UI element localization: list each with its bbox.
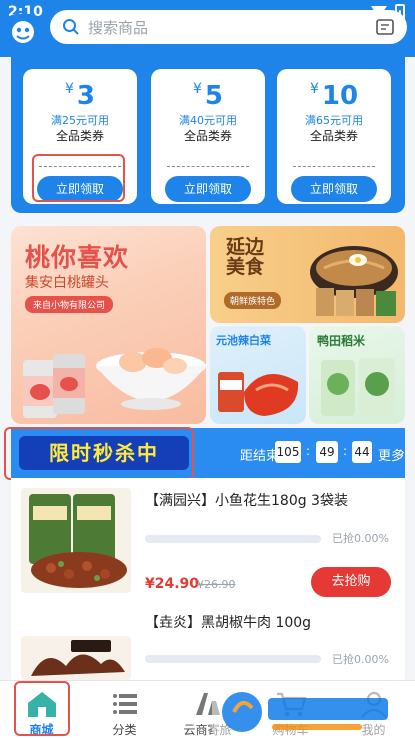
kimchi-image xyxy=(218,372,299,416)
list-icon xyxy=(113,694,137,714)
nav-item-home[interactable]: 商城 xyxy=(0,681,83,738)
nav-item-category[interactable]: 分类 xyxy=(83,681,166,738)
claim-coupon-button[interactable]: 立即领取 xyxy=(291,176,377,202)
product-original-price: ¥26.90 xyxy=(197,578,236,591)
banner-kimchi[interactable]: 元池辣白菜 xyxy=(210,326,306,424)
rice-bag-image xyxy=(321,358,395,416)
banner-tag: 来自小物有限公司 xyxy=(25,296,114,313)
countdown-minutes: 49 xyxy=(316,441,338,463)
coupon-condition: 满65元可用 xyxy=(305,114,363,127)
chevron-right-icon[interactable]: › xyxy=(399,443,405,461)
coupon-currency: ¥ xyxy=(64,81,74,97)
header: 2:10 搜索商品 xyxy=(0,0,415,57)
coupon-type: 全品类券 xyxy=(183,129,232,143)
countdown-seconds: 44 xyxy=(352,441,372,463)
product-card[interactable]: 【满园兴】小鱼花生180g 3袋装 已抢0.00% ¥24.90 ¥26.90 … xyxy=(11,478,405,606)
coupon-currency: ¥ xyxy=(309,81,319,97)
coupon-card: ¥3 满25元可用 全品类券 立即领取 xyxy=(23,69,137,204)
product-card[interactable]: 【垚炎】黑胡椒牛肉 100g 已抢0.00% xyxy=(11,606,405,682)
banner-title: 鸭田稻米 xyxy=(317,334,366,348)
coupon-amount: 10 xyxy=(321,81,359,111)
product-sold-percent: 已抢0.00% xyxy=(332,653,389,666)
coupon-currency: ¥ xyxy=(192,81,202,97)
product-name: 【满园兴】小鱼花生180g 3袋装 xyxy=(145,493,348,509)
coupon-card: ¥10 满65元可用 全品类券 立即领取 xyxy=(277,69,391,204)
watermark-logo xyxy=(212,686,397,738)
noodles-image xyxy=(310,246,398,316)
coupon-condition: 满40元可用 xyxy=(179,114,237,127)
search-icon xyxy=(63,19,79,35)
coupon-type: 全品类券 xyxy=(55,129,104,143)
banner-subtitle: 集安白桃罐头 xyxy=(25,275,109,291)
coupon-section: ¥3 满25元可用 全品类券 立即领取 ¥5 满40元可用 全品类券 立即领取 … xyxy=(11,57,405,213)
countdown-label: 距结束 xyxy=(240,449,280,464)
product-sold-percent: 已抢0.00% xyxy=(332,532,389,545)
flash-sale-bar: 限时秒杀中 距结束 105 : 49 : 44 更多 › xyxy=(11,428,405,478)
coupon-type: 全品类券 xyxy=(309,129,358,143)
coupon-amount: 5 xyxy=(204,81,223,111)
product-image xyxy=(21,636,131,680)
nav-label: 商城 xyxy=(29,723,54,737)
product-progress-bar xyxy=(145,535,321,543)
coupon-divider xyxy=(167,166,249,167)
search-input[interactable]: 搜索商品 xyxy=(88,17,148,38)
flash-sale-label: 限时秒杀中 xyxy=(19,436,189,470)
message-icon[interactable] xyxy=(375,17,395,37)
claim-coupon-button[interactable]: 立即领取 xyxy=(37,176,123,202)
product-price: ¥24.90 xyxy=(145,576,200,592)
banner-title-line1: 延边 xyxy=(226,236,265,258)
peach-can-image xyxy=(23,354,85,418)
coupon-divider xyxy=(293,166,375,167)
peach-bowl-image xyxy=(96,348,206,410)
banner-peach[interactable]: 桃你喜欢 集安白桃罐头 来自小物有限公司 xyxy=(11,226,206,424)
grab-deal-button[interactable]: 去抢购 xyxy=(311,567,391,597)
banner-rice[interactable]: 鸭田稻米 xyxy=(309,326,405,424)
home-icon xyxy=(28,692,56,717)
search-bar[interactable]: 搜索商品 xyxy=(50,10,407,44)
product-name: 【垚炎】黑胡椒牛肉 100g xyxy=(145,615,312,631)
app-logo-icon[interactable] xyxy=(6,14,40,48)
app-page: 2:10 搜索商品 ¥ 3 满25元可用 全品类券 立即领取 ¥ 5 满40元可… xyxy=(0,0,415,738)
product-progress-bar xyxy=(145,655,321,663)
coupon-condition: 满25元可用 xyxy=(51,114,109,127)
coupon-amount: 3 xyxy=(76,81,95,111)
banner-title: 元池辣白菜 xyxy=(216,334,271,347)
banner-title: 桃你喜欢 xyxy=(25,243,130,272)
banner-yanbian-food[interactable]: 延边 美食 朝鲜族特色 xyxy=(210,226,405,323)
coupon-divider xyxy=(39,166,121,167)
banner-tag: 朝鲜族特色 xyxy=(224,292,282,309)
nav-label: 分类 xyxy=(112,723,137,737)
product-image xyxy=(21,488,131,593)
coupon-card: ¥5 满40元可用 全品类券 立即领取 xyxy=(151,69,265,204)
countdown-hours: 105 xyxy=(275,441,301,463)
banner-title-line2: 美食 xyxy=(226,255,265,278)
claim-coupon-button[interactable]: 立即领取 xyxy=(165,176,251,202)
